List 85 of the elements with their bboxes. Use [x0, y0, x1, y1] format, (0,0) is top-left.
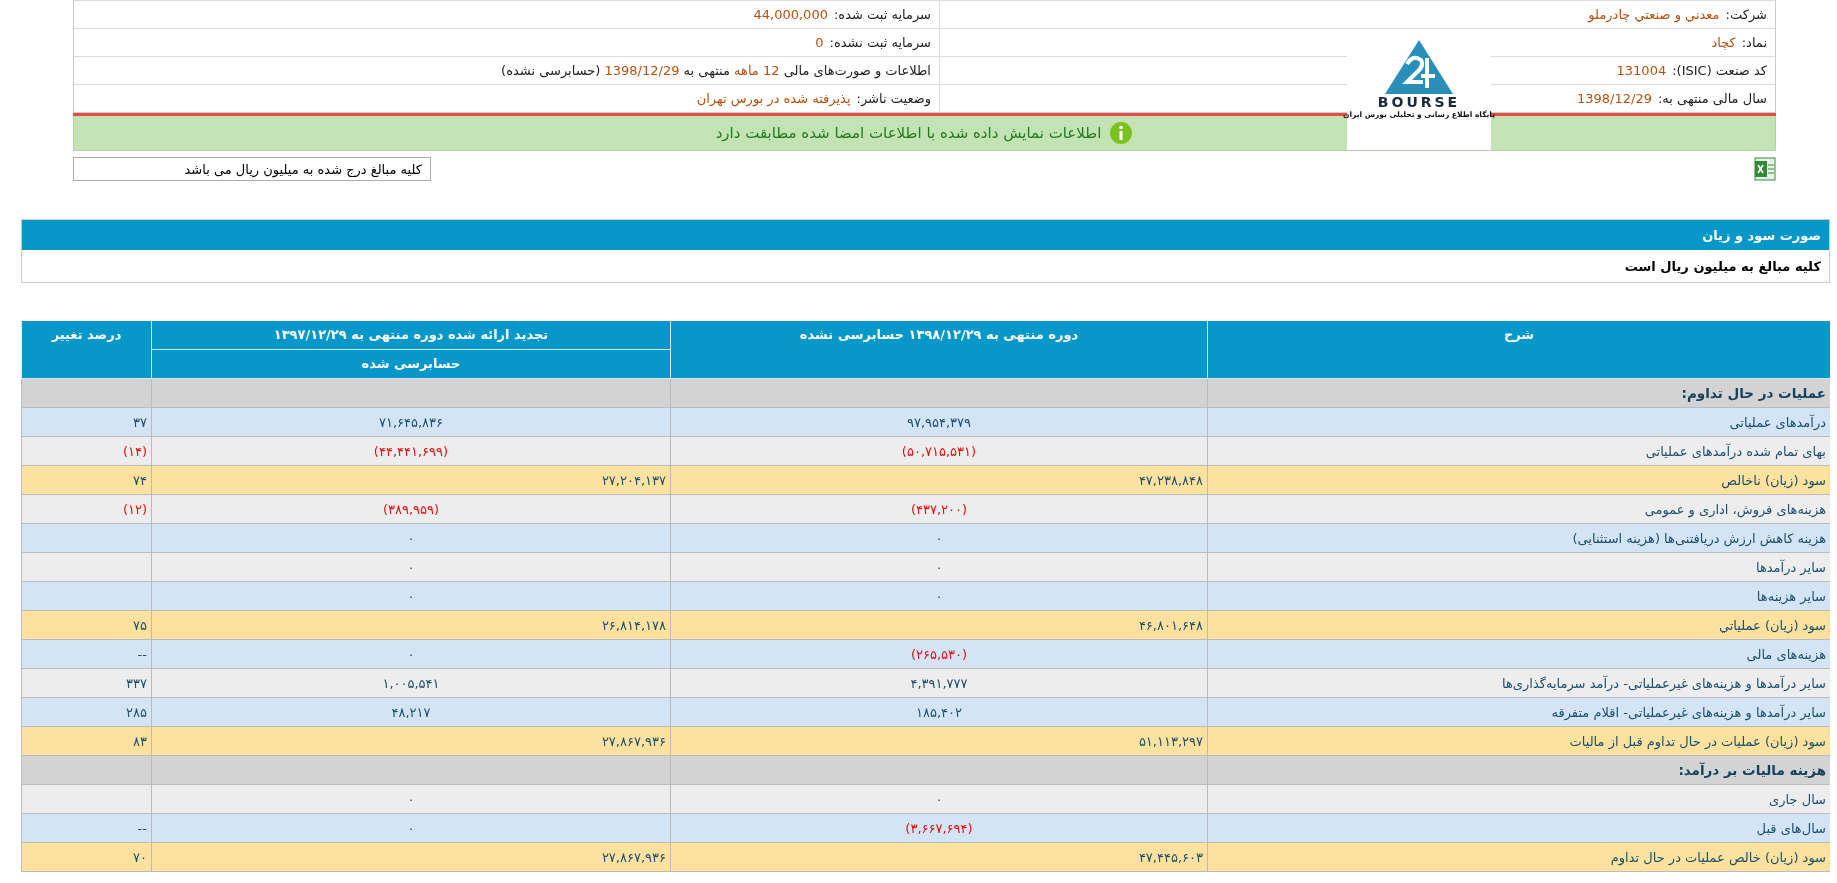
column-header: تجدید ارائه شده دوره منتهی به ۱۳۹۷/۱۲/۲۹	[151, 321, 670, 350]
group-heading: هزینه مالیات بر درآمد:	[1207, 756, 1830, 785]
table-cell: --	[21, 814, 151, 843]
table-cell: ۲۶,۸۱۴,۱۷۸	[151, 611, 670, 640]
row-label: هزینه‌های مالی	[1207, 640, 1830, 669]
table-cell: ۱۸۵,۴۰۲	[670, 698, 1207, 727]
table-cell: (۱۲)	[21, 495, 151, 524]
table-cell: ۰	[670, 582, 1207, 611]
table-cell: ۳۳۷	[21, 669, 151, 698]
table-cell: ۴,۳۹۱,۷۷۷	[670, 669, 1207, 698]
section-subtitle: کلیه مبالغ به میلیون ریال است	[1623, 257, 1822, 276]
table-cell: (۱۴)	[21, 437, 151, 466]
table-cell: (۴۳۷,۲۰۰)	[670, 495, 1207, 524]
row-label: سایر درآمدها و هزینه‌های غیرعملیاتی- اقلام متفرقه	[1207, 698, 1830, 727]
row-label: هزینه‌های فروش، اداری و عمومی	[1207, 495, 1830, 524]
field-label: سرمایه ثبت نشده:	[829, 35, 931, 50]
field-label: کد صنعت (ISIC):	[1672, 63, 1767, 78]
row-label: سایر درآمدها	[1207, 553, 1830, 582]
table-cell: ۰	[151, 640, 670, 669]
table-cell: (۳,۶۶۷,۶۹۴)	[670, 814, 1207, 843]
group-heading: عملیات در حال تداوم:	[1207, 379, 1830, 408]
column-header: دوره منتهی به ۱۳۹۸/۱۲/۲۹ حسابرسی نشده	[670, 321, 1207, 379]
field-label: نماد:	[1741, 35, 1767, 50]
table-cell: ۰	[151, 582, 670, 611]
table-cell: ۸۳	[21, 727, 151, 756]
amount-note: کلیه مبالغ درج شده به میلیون ریال می باشد	[73, 157, 431, 181]
notice-text: اطلاعات نمایش داده شده با اطلاعات امضا شده مطابقت دارد	[715, 124, 1102, 142]
table-cell: (۵۰,۷۱۵,۵۳۱)	[670, 437, 1207, 466]
table-cell: ۲۷,۸۶۷,۹۳۶	[151, 727, 670, 756]
table-cell: ۴۷,۲۳۸,۸۴۸	[670, 466, 1207, 495]
column-subheader: حسابرسی شده	[151, 350, 670, 379]
table-cell: ۷۴	[21, 466, 151, 495]
row-label: بهای تمام شده درآمدهای عملیاتی	[1207, 437, 1830, 466]
field-label: سال مالی منتهی به:	[1657, 91, 1767, 106]
table-cell: ۷۵	[21, 611, 151, 640]
table-cell: ۰	[151, 524, 670, 553]
table-cell: ۰	[670, 553, 1207, 582]
table-cell: (۲۶۵,۵۳۰)	[670, 640, 1207, 669]
column-header: درصد تغییر	[21, 321, 151, 379]
table-cell: ۹۷,۹۵۴,۳۷۹	[670, 408, 1207, 437]
table-cell: ۰	[670, 524, 1207, 553]
row-label: سود (زیان) عملیاتي	[1207, 611, 1830, 640]
row-label: درآمدهای عملیاتی	[1207, 408, 1830, 437]
table-cell: ۵۱,۱۱۳,۲۹۷	[670, 727, 1207, 756]
table-cell: ۰	[151, 553, 670, 582]
row-label: سود (زیان) عملیات در حال تداوم قبل از مالیات	[1207, 727, 1830, 756]
table-cell: --	[21, 640, 151, 669]
table-cell: ۱,۰۰۵,۵۴۱	[151, 669, 670, 698]
table-cell: ۲۸۵	[21, 698, 151, 727]
table-cell: ۴۶,۸۰۱,۶۴۸	[670, 611, 1207, 640]
field-value: پذیرفته شده در بورس تهران	[696, 91, 851, 106]
field-value: 1398/12/29	[1577, 91, 1652, 106]
field-label: شرکت:	[1725, 7, 1767, 22]
table-cell: ۴۷,۴۴۵,۶۰۳	[670, 843, 1207, 872]
table-cell: (۴۴,۴۴۱,۶۹۹)	[151, 437, 670, 466]
table-cell: ۳۷	[21, 408, 151, 437]
info-icon	[1109, 121, 1134, 145]
table-cell: ۲۷,۲۰۴,۱۳۷	[151, 466, 670, 495]
table-cell: ۷۰	[21, 843, 151, 872]
logo-icon	[1383, 38, 1455, 96]
row-label: سال‌های قبل	[1207, 814, 1830, 843]
table-cell: ۰	[670, 785, 1207, 814]
field-value: 0	[815, 35, 824, 50]
row-label: هزینه کاهش ارزش دریافتنی‌ها (هزینه استثنایی)	[1207, 524, 1830, 553]
row-label: سایر هزینه‌ها	[1207, 582, 1830, 611]
row-label: سود (زیان) ناخالص	[1207, 466, 1830, 495]
field-value: معدني و صنعتي چادرملو	[1588, 7, 1720, 22]
table-cell: ۲۷,۸۶۷,۹۳۶	[151, 843, 670, 872]
table-cell: ۷۱,۶۴۵,۸۳۶	[151, 408, 670, 437]
field-value: 44,000,000	[753, 7, 828, 22]
table-cell: ۴۸,۲۱۷	[151, 698, 670, 727]
spreadsheet-icon[interactable]	[1754, 157, 1776, 181]
row-label: سال جاری	[1207, 785, 1830, 814]
row-label: سایر درآمدها و هزینه‌های غیرعملیاتی- درآمد سرمایه‌گذاری‌ها	[1207, 669, 1830, 698]
column-header: شرح	[1207, 321, 1830, 379]
row-label: سود (زیان) خالص عملیات در حال تداوم	[1207, 843, 1830, 872]
field-label: وضعیت ناشر:	[856, 91, 931, 106]
section-title: صورت سود و زیان	[22, 220, 1829, 250]
table-cell: ۰	[151, 814, 670, 843]
field-label: سرمایه ثبت شده:	[833, 7, 931, 22]
field-value: کچاد	[1711, 35, 1736, 50]
logo-name: BOURSE	[1377, 94, 1461, 110]
field-value: 131004	[1616, 63, 1667, 78]
table-cell: (۳۸۹,۹۵۹)	[151, 495, 670, 524]
table-cell: ۰	[151, 785, 670, 814]
